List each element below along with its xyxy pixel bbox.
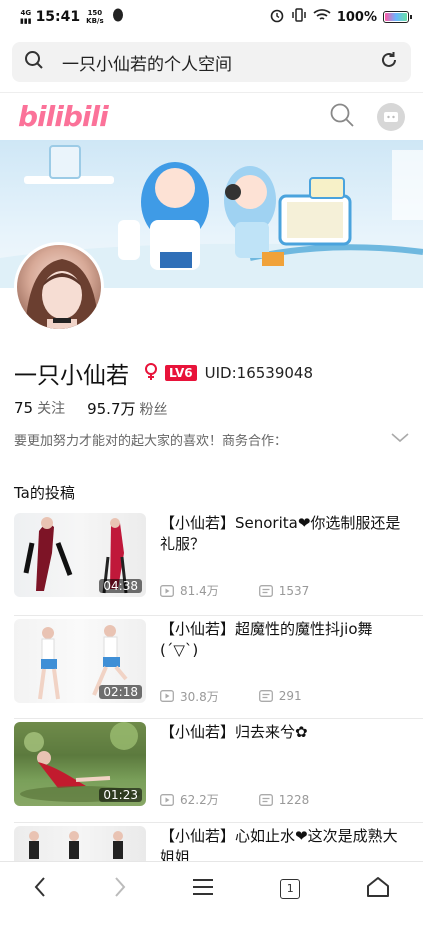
play-icon bbox=[160, 690, 174, 702]
search-icon bbox=[24, 50, 44, 74]
forward-icon[interactable] bbox=[113, 876, 127, 902]
browser-nav-bar: 1 bbox=[0, 861, 423, 915]
video-thumbnail[interactable]: 04:38 bbox=[14, 513, 146, 597]
danmaku-count: 1228 bbox=[259, 793, 310, 807]
video-thumbnail[interactable]: 01:23 bbox=[14, 722, 146, 806]
site-header: bilibili bbox=[0, 92, 423, 140]
danmaku-icon bbox=[259, 794, 273, 806]
video-item[interactable]: 02:18 【小仙若】超魔性的魔性抖jio舞(´▽`) 30.8万 291 bbox=[14, 616, 423, 720]
uploads-section-title: Ta的投稿 bbox=[14, 482, 75, 503]
video-duration: 01:23 bbox=[99, 788, 142, 802]
battery-percent: 100% bbox=[337, 10, 377, 25]
site-search-icon[interactable] bbox=[329, 102, 355, 132]
video-title[interactable]: 【小仙若】超魔性的魔性抖jio舞(´▽`) bbox=[160, 619, 410, 661]
chevron-down-icon[interactable] bbox=[391, 432, 409, 447]
play-icon bbox=[160, 794, 174, 806]
danmaku-icon bbox=[259, 585, 273, 597]
female-icon bbox=[143, 362, 159, 384]
play-count: 62.2万 bbox=[160, 791, 219, 808]
profile-stats: 75关注 95.7万粉丝 bbox=[14, 398, 168, 419]
following-stat[interactable]: 75关注 bbox=[14, 398, 65, 419]
wifi-icon bbox=[313, 8, 331, 26]
danmaku-icon bbox=[259, 690, 273, 702]
play-count: 81.4万 bbox=[160, 582, 219, 599]
status-time: 15:41 bbox=[36, 9, 81, 25]
followers-stat[interactable]: 95.7万粉丝 bbox=[87, 398, 167, 419]
status-bar: 4G ▮▮▮ 15:41 150 KB/s 100% bbox=[0, 0, 423, 34]
vibrate-icon bbox=[291, 8, 307, 26]
level-badge: LV6 bbox=[165, 365, 197, 381]
alarm-icon bbox=[269, 7, 285, 27]
reload-icon[interactable] bbox=[379, 50, 399, 74]
bilibili-logo[interactable]: bilibili bbox=[18, 100, 108, 133]
home-icon[interactable] bbox=[366, 876, 390, 902]
menu-icon[interactable] bbox=[192, 878, 214, 900]
play-count: 30.8万 bbox=[160, 688, 219, 705]
profile-name-row: 一只小仙若 LV6 UID:16539048 bbox=[14, 356, 313, 390]
danmaku-count: 291 bbox=[259, 689, 302, 703]
profile-avatar[interactable] bbox=[14, 242, 104, 332]
address-text: 一只小仙若的个人空间 bbox=[62, 50, 232, 75]
video-item[interactable]: 04:38 【小仙若】Senorita❤你选制服还是礼服？ 81.4万 1537 bbox=[14, 512, 423, 616]
battery-icon bbox=[383, 11, 409, 23]
tabs-icon[interactable]: 1 bbox=[280, 879, 300, 899]
network-indicator: 4G ▮▮▮ bbox=[20, 9, 32, 25]
video-item[interactable]: 01:23 【小仙若】归去来兮✿ 62.2万 1228 bbox=[14, 719, 423, 823]
signature-row[interactable]: 要更加努力才能对的起大家的喜欢！商务合作： bbox=[14, 430, 409, 449]
danmaku-count: 1537 bbox=[259, 584, 310, 598]
penguin-icon bbox=[112, 8, 124, 26]
signal-icon: ▮▮▮ bbox=[20, 17, 32, 25]
video-duration: 02:18 bbox=[99, 685, 142, 699]
profile-name: 一只小仙若 bbox=[14, 356, 129, 390]
browser-address-bar[interactable]: 一只小仙若的个人空间 bbox=[12, 42, 411, 82]
user-avatar-icon[interactable] bbox=[377, 103, 405, 131]
video-duration: 04:38 bbox=[99, 579, 142, 593]
video-thumbnail[interactable]: 02:18 bbox=[14, 619, 146, 703]
network-type: 4G bbox=[20, 9, 31, 17]
signature-text: 要更加努力才能对的起大家的喜欢！商务合作： bbox=[14, 430, 287, 449]
play-icon bbox=[160, 585, 174, 597]
video-title[interactable]: 【小仙若】归去来兮✿ bbox=[160, 722, 410, 743]
video-title[interactable]: 【小仙若】Senorita❤你选制服还是礼服？ bbox=[160, 513, 410, 555]
net-speed: 150 KB/s bbox=[86, 9, 103, 25]
back-icon[interactable] bbox=[33, 876, 47, 902]
user-id: UID:16539048 bbox=[205, 364, 313, 382]
